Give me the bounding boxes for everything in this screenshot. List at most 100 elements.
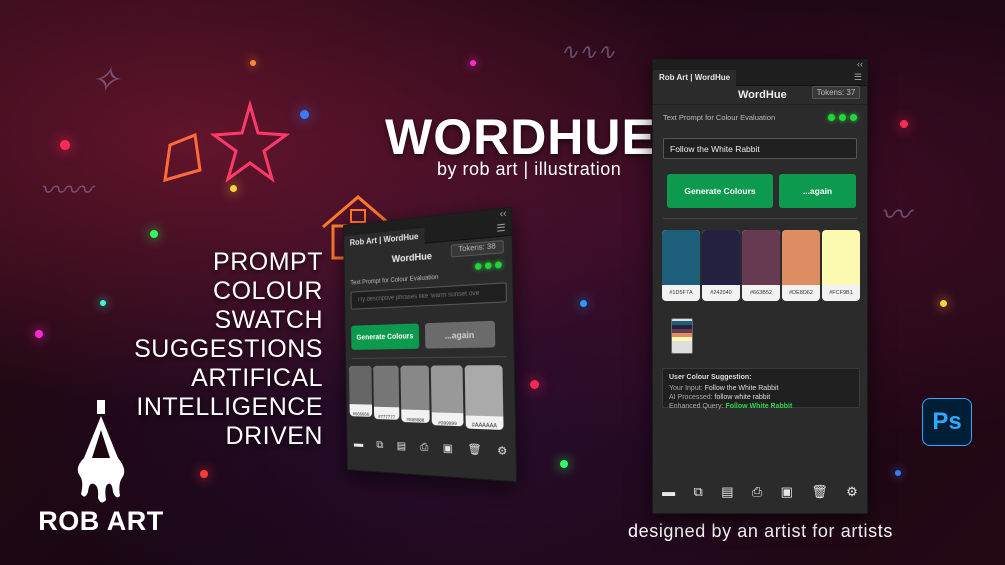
- wordhue-panel: ‹‹ Rob Art | WordHue ☰ WordHue Tokens: 3…: [652, 59, 868, 514]
- suggestion-input-label: Your Input:: [669, 385, 703, 392]
- swatch-hex: #666666: [352, 411, 370, 417]
- panel-toolbar: ▬ ⧉ ▤ ⎙ ▣ 🗑 ⚙: [347, 438, 515, 458]
- swatch-hex: #242040: [710, 290, 732, 296]
- colour-swatch[interactable]: #242040: [702, 230, 740, 301]
- tagline: ARTIFICAL: [191, 364, 323, 392]
- colour-swatch[interactable]: #DE8D62: [782, 230, 820, 301]
- divider: [351, 356, 507, 359]
- neon-light: [250, 60, 256, 66]
- neon-light: [200, 470, 208, 478]
- document-icon[interactable]: ▤: [721, 484, 733, 500]
- colour-swatch[interactable]: #AAAAAA: [464, 365, 504, 430]
- paintbrush-icon: [77, 400, 125, 503]
- suggestion-input-row: Your Input: Follow the White Rabbit: [669, 384, 853, 393]
- colour-swatch[interactable]: #1D5F7A: [662, 230, 700, 301]
- background-scribble: 〰: [880, 198, 910, 233]
- swatch-chip: [464, 365, 504, 417]
- swatch-hex: #888888: [406, 416, 425, 423]
- save-icon[interactable]: ▣: [443, 443, 453, 455]
- panel-tab-row: Rob Art | WordHue ☰: [653, 70, 867, 86]
- photoshop-logo: Ps: [922, 398, 972, 446]
- colour-swatch[interactable]: #663B52: [742, 230, 780, 301]
- preview-band: [672, 337, 692, 341]
- prompt-input[interactable]: [350, 282, 508, 310]
- suggestion-query-label: Enhanced Query:: [669, 403, 724, 410]
- swatch-chip: [822, 230, 860, 285]
- duplicate-icon[interactable]: ⧉: [376, 440, 383, 452]
- print-icon[interactable]: ⎙: [420, 442, 428, 454]
- swatch-hex: #663B52: [749, 290, 773, 296]
- panel-tab[interactable]: Rob Art | WordHue: [653, 70, 737, 86]
- tagline: COLOUR: [213, 277, 323, 305]
- colour-suggestion-box: User Colour Suggestion: Your Input: Foll…: [662, 368, 860, 410]
- swatch-chip: [430, 365, 464, 414]
- colour-swatch[interactable]: #888888: [400, 365, 430, 423]
- duplicate-icon[interactable]: ⧉: [694, 484, 703, 500]
- divider: [653, 104, 867, 105]
- status-led: [494, 261, 502, 269]
- colour-swatch[interactable]: #666666: [348, 365, 373, 417]
- swatch-chip: [702, 230, 740, 285]
- neon-light: [300, 110, 309, 119]
- suggestion-processed-row: AI Processed: follow white rabbit: [669, 393, 853, 402]
- suggestion-processed-value: follow white rabbit: [714, 394, 771, 401]
- again-button[interactable]: ...again: [779, 174, 856, 208]
- swatch-chip: [400, 365, 430, 411]
- page-title: WORDHUE: [385, 109, 656, 165]
- suggestion-query-value: Follow White Rabbit: [725, 403, 793, 410]
- minus-icon[interactable]: ▬: [354, 438, 363, 450]
- neon-light: [580, 300, 587, 307]
- gear-icon[interactable]: ⚙: [497, 445, 507, 458]
- minus-icon[interactable]: ▬: [662, 484, 675, 500]
- suggestion-input-value: Follow the White Rabbit: [704, 385, 779, 392]
- neon-light: [150, 230, 158, 238]
- collapse-icon[interactable]: ‹‹: [857, 59, 863, 69]
- neon-light: [895, 470, 901, 476]
- neon-light: [530, 380, 539, 389]
- again-button[interactable]: ...again: [424, 320, 496, 349]
- robart-logo-text: ROB ART: [38, 506, 164, 536]
- gear-icon[interactable]: ⚙: [846, 484, 858, 500]
- tokens-badge: Tokens: 38: [450, 239, 504, 258]
- generate-colours-button[interactable]: Generate Colours: [667, 174, 773, 208]
- trash-icon[interactable]: 🗑: [468, 444, 482, 457]
- colour-swatch[interactable]: #999999: [430, 365, 464, 427]
- swatch-chip: [782, 230, 820, 285]
- prompt-input[interactable]: [663, 138, 857, 159]
- panel-titlebar: ‹‹: [653, 59, 867, 70]
- swatch-chip: [373, 365, 400, 408]
- neon-light: [35, 330, 43, 338]
- neon-light: [560, 460, 568, 468]
- generate-colours-button[interactable]: Generate Colours: [351, 323, 420, 350]
- panel-name: WordHue: [391, 250, 432, 265]
- robart-logo: ROB ART: [26, 400, 176, 540]
- neon-light: [470, 60, 476, 66]
- hamburger-menu-icon[interactable]: ☰: [854, 72, 862, 83]
- tokens-badge: Tokens: 37: [812, 86, 860, 99]
- swatch-hex: #1D5F7A: [669, 290, 693, 296]
- background-scribble: ∿∿∿: [560, 40, 616, 65]
- hamburger-menu-icon[interactable]: ☰: [496, 222, 505, 235]
- tagline: PROMPT: [213, 248, 323, 276]
- colour-swatch[interactable]: #FCF9B1: [822, 230, 860, 301]
- swatch-chip: [348, 365, 373, 405]
- wordhue-panel-preview: ‹‹ Rob Art | WordHue ☰ WordHue Tokens: 3…: [343, 206, 518, 483]
- suggestion-heading: User Colour Suggestion:: [669, 374, 752, 381]
- tagline: SUGGESTIONS: [134, 335, 323, 363]
- swatch-chip: [662, 230, 700, 285]
- neon-star-decoration: [163, 99, 290, 183]
- suggestion-processed-label: AI Processed:: [669, 394, 713, 401]
- colour-swatch[interactable]: #777777: [373, 365, 400, 420]
- document-icon[interactable]: ▤: [397, 440, 407, 452]
- page-subtitle: by rob art | illustration: [437, 159, 622, 179]
- palette-preview-thumbnail[interactable]: [671, 318, 693, 354]
- save-icon[interactable]: ▣: [781, 484, 793, 500]
- collapse-icon[interactable]: ‹‹: [500, 207, 507, 219]
- print-icon[interactable]: ⎙: [752, 484, 762, 500]
- status-led: [839, 114, 846, 121]
- neon-light: [940, 300, 947, 307]
- swatch-hex: #777777: [378, 413, 396, 420]
- divider: [663, 218, 857, 219]
- tagline: SWATCH: [214, 306, 323, 334]
- trash-icon[interactable]: 🗑: [811, 484, 828, 500]
